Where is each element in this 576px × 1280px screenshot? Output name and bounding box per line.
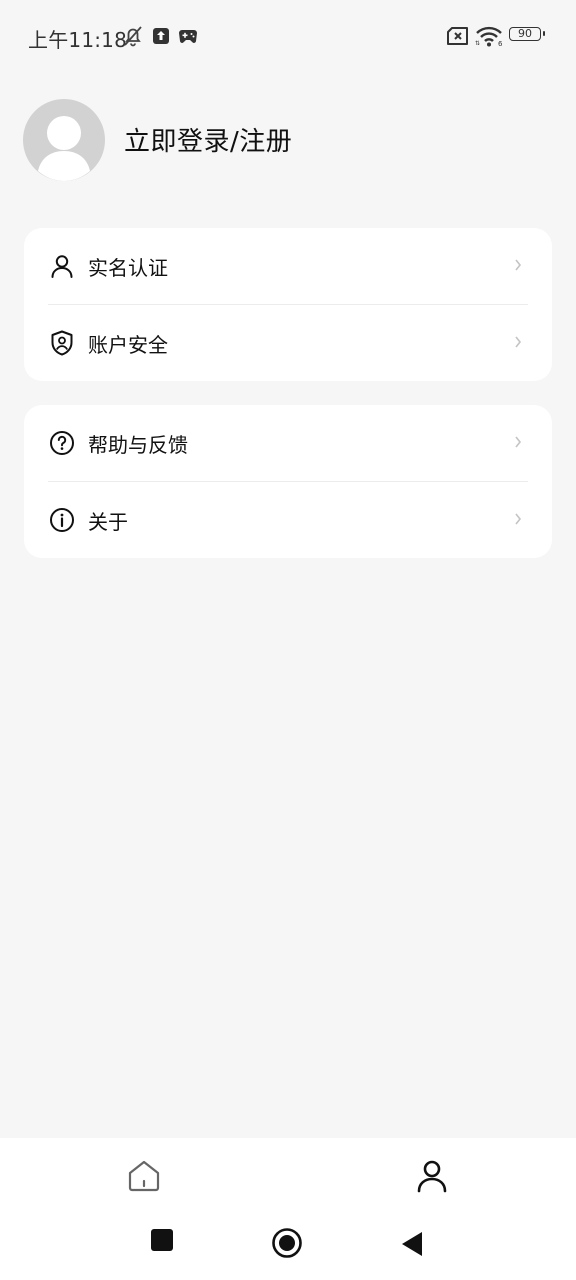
status-bar: 上午11:18 6 ⇅ 90 [0, 0, 576, 72]
battery-level: 90 [518, 27, 532, 40]
user-icon[interactable] [412, 1156, 452, 1196]
status-time: 上午11:18 [28, 28, 128, 52]
menu-item-help-feedback[interactable]: 帮助与反馈 [24, 405, 552, 481]
upload-icon [153, 28, 169, 44]
svg-text:⇅: ⇅ [475, 40, 480, 47]
info-circle-icon [50, 508, 74, 532]
chevron-right-icon [515, 513, 522, 525]
login-register-link[interactable]: 立即登录/注册 [124, 121, 292, 158]
menu-item-label: 帮助与反馈 [88, 433, 188, 457]
mute-bell-icon [124, 26, 142, 47]
svg-text:6: 6 [498, 40, 503, 48]
chevron-right-icon [515, 336, 522, 348]
menu-item-label: 关于 [88, 510, 128, 534]
menu-item-real-name-verification[interactable]: 实名认证 [24, 228, 552, 304]
recent-apps-button[interactable] [150, 1228, 174, 1252]
default-avatar-icon [38, 116, 90, 181]
menu-item-account-security[interactable]: 账户安全 [24, 305, 552, 381]
home-icon[interactable] [124, 1156, 164, 1196]
account-menu-card: 实名认证 账户安全 [24, 228, 552, 381]
shield-user-icon [51, 330, 73, 356]
menu-item-label: 实名认证 [88, 256, 168, 280]
question-circle-icon [50, 431, 74, 455]
sim-x-icon [447, 27, 468, 45]
back-button[interactable] [400, 1230, 424, 1258]
user-icon [51, 255, 73, 278]
gamepad-icon [179, 30, 197, 43]
home-button[interactable] [271, 1227, 303, 1259]
battery-indicator: 90 [509, 27, 545, 41]
menu-item-label: 账户安全 [88, 333, 168, 357]
profile-header[interactable]: 立即登录/注册 [23, 99, 553, 181]
chevron-right-icon [515, 436, 522, 448]
wifi-icon: 6 ⇅ [475, 26, 503, 48]
chevron-right-icon [515, 259, 522, 271]
support-menu-card: 帮助与反馈 关于 [24, 405, 552, 558]
menu-item-about[interactable]: 关于 [24, 482, 552, 558]
avatar[interactable] [23, 99, 105, 181]
